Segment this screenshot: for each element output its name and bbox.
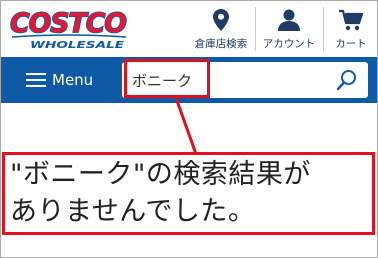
top-header: COSTCO WHOLESALE 倉庫店検索 アカウント カート	[1, 1, 377, 57]
no-results-line-1: "ボニーク"の検索結果が	[10, 159, 311, 190]
nav-divider	[323, 7, 324, 51]
account-link[interactable]: アカウント	[258, 3, 320, 57]
search-term-highlight	[124, 59, 210, 98]
cart-icon	[339, 9, 363, 31]
account-label: アカウント	[262, 38, 316, 50]
cart-label: カート	[335, 38, 367, 50]
person-icon	[278, 9, 300, 31]
costco-logo[interactable]: COSTCO WHOLESALE	[8, 7, 129, 51]
search-icon[interactable]	[336, 69, 358, 91]
menu-button[interactable]: Menu	[26, 69, 93, 91]
store-locator-link[interactable]: 倉庫店検索	[191, 3, 251, 57]
store-locator-label: 倉庫店検索	[194, 38, 248, 50]
no-results-line-2: ありませんでした。	[10, 196, 256, 227]
nav-divider	[255, 7, 256, 51]
no-results-message: "ボニーク"の検索結果が ありませんでした。	[10, 156, 370, 230]
hamburger-icon	[26, 73, 46, 87]
menu-label: Menu	[52, 71, 94, 89]
svg-text:WHOLESALE: WHOLESALE	[30, 40, 124, 51]
location-pin-icon	[213, 9, 229, 31]
annotation-connector	[174, 98, 198, 155]
cart-link[interactable]: カート	[328, 3, 374, 57]
